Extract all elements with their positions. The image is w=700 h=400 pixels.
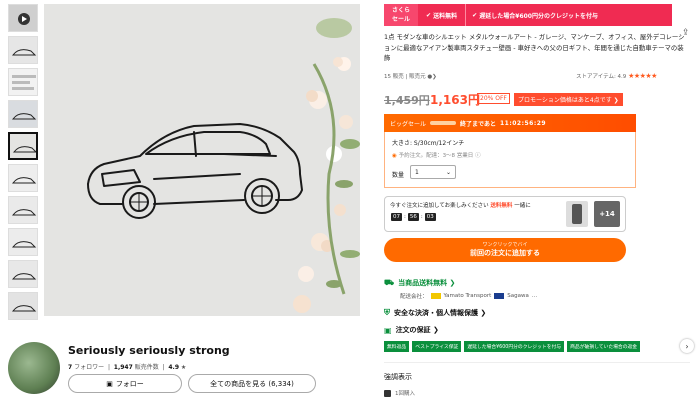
- upsell-timer: 07 : 56 : 03: [391, 213, 436, 221]
- secure-payment-info[interactable]: ⛨ 安全な決済・個人情報保護 ❯: [384, 308, 486, 318]
- info-icon[interactable]: ⓘ: [475, 153, 481, 159]
- sold-label: 販売件数: [134, 364, 159, 371]
- guarantee-badges: 無料返品 ベストプライス保証 遅延した場合¥600円分のクレジットを付与 商品が…: [384, 341, 690, 353]
- badge-free-return: 無料返品: [384, 341, 410, 352]
- product-main-image[interactable]: [44, 4, 360, 316]
- add-to-previous-order-button[interactable]: ワンクリックでバイ 前回の注文に追加する: [384, 238, 626, 262]
- yamato-logo-icon: [430, 293, 441, 299]
- highlights-title: 強調表示: [384, 373, 412, 381]
- upsell-free-text: 送料無料: [490, 203, 513, 209]
- store-item-rating[interactable]: ストアアイテム: 4.9 ★★★★★: [576, 72, 657, 80]
- badge-delay-credit: 遅延した場合¥600円分のクレジットを付与: [464, 341, 565, 352]
- product-title: 1点 モダンな車のシルエット メタルウォールアート - ガレージ、マンケーブ、オ…: [384, 33, 685, 62]
- quantity-select[interactable]: 1 ⌄: [410, 165, 456, 179]
- thumbnail-video[interactable]: [8, 4, 38, 32]
- star-icon: ★: [180, 364, 187, 371]
- sold-info: 15 販売 | 販売元 ●❯: [384, 72, 437, 80]
- seller-icon[interactable]: ●❯: [427, 74, 436, 80]
- check-icon: ✔: [472, 11, 480, 19]
- flash-sale-label: ビッグセール: [390, 120, 427, 128]
- view-all-items-label: 全ての商品を見る (6,334): [210, 379, 294, 388]
- free-shipping-title: 当商品送料無料 ❯: [398, 279, 456, 287]
- carrier-sagawa: Sagawa: [507, 293, 529, 299]
- size-selection[interactable]: 大きさ: S/30cm/12インチ: [392, 138, 464, 147]
- thumbnail-image[interactable]: [8, 36, 38, 64]
- delivery-note-text: 予約注文。配達：3〜8 営業日: [398, 153, 474, 159]
- promotion-badge[interactable]: プロモーション価格はあと4点です ❯: [514, 93, 623, 106]
- clock-icon: ◉: [392, 153, 397, 159]
- badge-damage-refund: 商品が破損していた場合の返金: [567, 341, 641, 352]
- view-all-items-button[interactable]: 全ての商品を見る (6,334): [188, 374, 316, 393]
- chevron-down-icon: ⌄: [445, 168, 451, 176]
- carrier-yamato: Yamato Transport: [443, 293, 492, 299]
- one-click-label: ワンクリックでバイ: [482, 242, 528, 248]
- thumbnail-image[interactable]: [8, 68, 38, 96]
- sakura-sale-logo: さくら セール: [384, 4, 418, 26]
- original-price: 1,459円: [384, 94, 430, 107]
- flash-sale-bar: ビッグセール 終了まであと 11:02:56:29: [384, 114, 636, 132]
- upsell-product-image[interactable]: [566, 201, 588, 227]
- store-stats: 7 フォロワー | 1,947 販売件数 | 4.9 ★: [68, 364, 187, 371]
- sakura-sale-line2: セール: [391, 16, 410, 23]
- flash-progress-bar: [430, 121, 457, 125]
- sold-text: 15 販売 | 販売元: [384, 74, 426, 80]
- followers-label: フォロワー: [74, 364, 105, 371]
- sold-count: 1,947: [113, 364, 133, 371]
- sale-price: 1,163円: [430, 93, 480, 107]
- order-guarantee-info[interactable]: ▣ 注文の保証 ❯: [384, 325, 439, 335]
- thumbnail-image[interactable]: [8, 164, 38, 192]
- store-rating-value: 4.9: [168, 364, 179, 371]
- bag-icon: [384, 389, 391, 397]
- chevron-right-icon[interactable]: ›: [680, 339, 694, 353]
- flash-countdown: 11:02:56:29: [499, 119, 547, 127]
- flash-ends-label: 終了まであと: [460, 120, 496, 128]
- thumbnail-image[interactable]: [8, 292, 38, 320]
- store-rating-label: ストアアイテム: 4.9: [576, 74, 627, 80]
- upsell-main-text: 今すぐ注文に追加してお楽しみください: [390, 203, 489, 209]
- free-shipping-info[interactable]: ⛟ 当商品送料無料 ❯: [384, 278, 455, 288]
- follow-button[interactable]: ▣ フォロー: [68, 374, 182, 393]
- upsell-text: 今すぐ注文に追加してお楽しみください 送料無料 一緒に: [390, 201, 531, 209]
- thumbnail-image-selected[interactable]: [8, 132, 38, 160]
- upsell-more-items[interactable]: +14: [594, 201, 620, 227]
- carrier-prefix: 配送会社：: [400, 294, 428, 300]
- star-rating-icon: ★★★★★: [628, 72, 657, 80]
- sakura-sale-line1: さくら: [391, 7, 410, 14]
- order-guarantee-label: 注文の保証 ❯: [395, 326, 439, 334]
- follow-label: フォロー: [115, 379, 144, 388]
- sale-banner: さくら セール ✔ 送料無料 ✔ 遅延した場合¥600円分のクレジットを付与: [384, 4, 672, 26]
- store-avatar[interactable]: [8, 342, 60, 394]
- thumbnail-image[interactable]: [8, 100, 38, 128]
- delivery-note: ◉ 予約注文。配達：3〜8 営業日 ⓘ: [392, 151, 481, 159]
- thumbnail-image[interactable]: [8, 260, 38, 288]
- timer-minutes: 56: [407, 213, 419, 221]
- free-shipping-label: 送料無料: [433, 12, 458, 20]
- discount-badge: 20% OFF: [477, 93, 510, 104]
- store-name[interactable]: Seriously seriously strong: [68, 344, 230, 357]
- thumbnail-image[interactable]: [8, 228, 38, 256]
- secure-payment-label: 安全な決済・個人情報保護 ❯: [394, 309, 487, 317]
- followers-count: 7: [68, 364, 73, 371]
- purchase-count-text: 1回購入: [395, 391, 415, 397]
- store-icon: ▣: [106, 379, 113, 388]
- timer-hours: 07: [391, 213, 402, 221]
- upsell-suffix: 一緒に: [514, 203, 531, 209]
- sagawa-logo-icon: [494, 293, 505, 299]
- thumbnail-image[interactable]: [8, 196, 38, 224]
- carrier-more: ...: [531, 293, 538, 299]
- badge-best-price: ベストプライス保証: [412, 341, 462, 352]
- free-shipping-badge: ✔ 送料無料: [418, 4, 466, 26]
- delay-credit-badge: ✔ 遅延した場合¥600円分のクレジットを付与: [465, 4, 672, 26]
- quantity-value: 1: [415, 168, 419, 176]
- purchase-count: 1回購入: [384, 389, 415, 397]
- add-to-order-label: 前回の注文に追加する: [470, 249, 540, 257]
- guarantee-icon: ▣: [384, 325, 392, 335]
- truck-icon: ⛟: [384, 278, 395, 287]
- shield-icon: ⛨: [384, 308, 390, 317]
- carrier-info: 配送会社： Yamato Transport Sagawa ...: [400, 292, 537, 300]
- quantity-label: 数量: [392, 172, 405, 179]
- delay-credit-label: 遅延した場合¥600円分のクレジットを付与: [479, 12, 598, 20]
- divider: [384, 362, 690, 363]
- timer-seconds: 03: [424, 213, 436, 221]
